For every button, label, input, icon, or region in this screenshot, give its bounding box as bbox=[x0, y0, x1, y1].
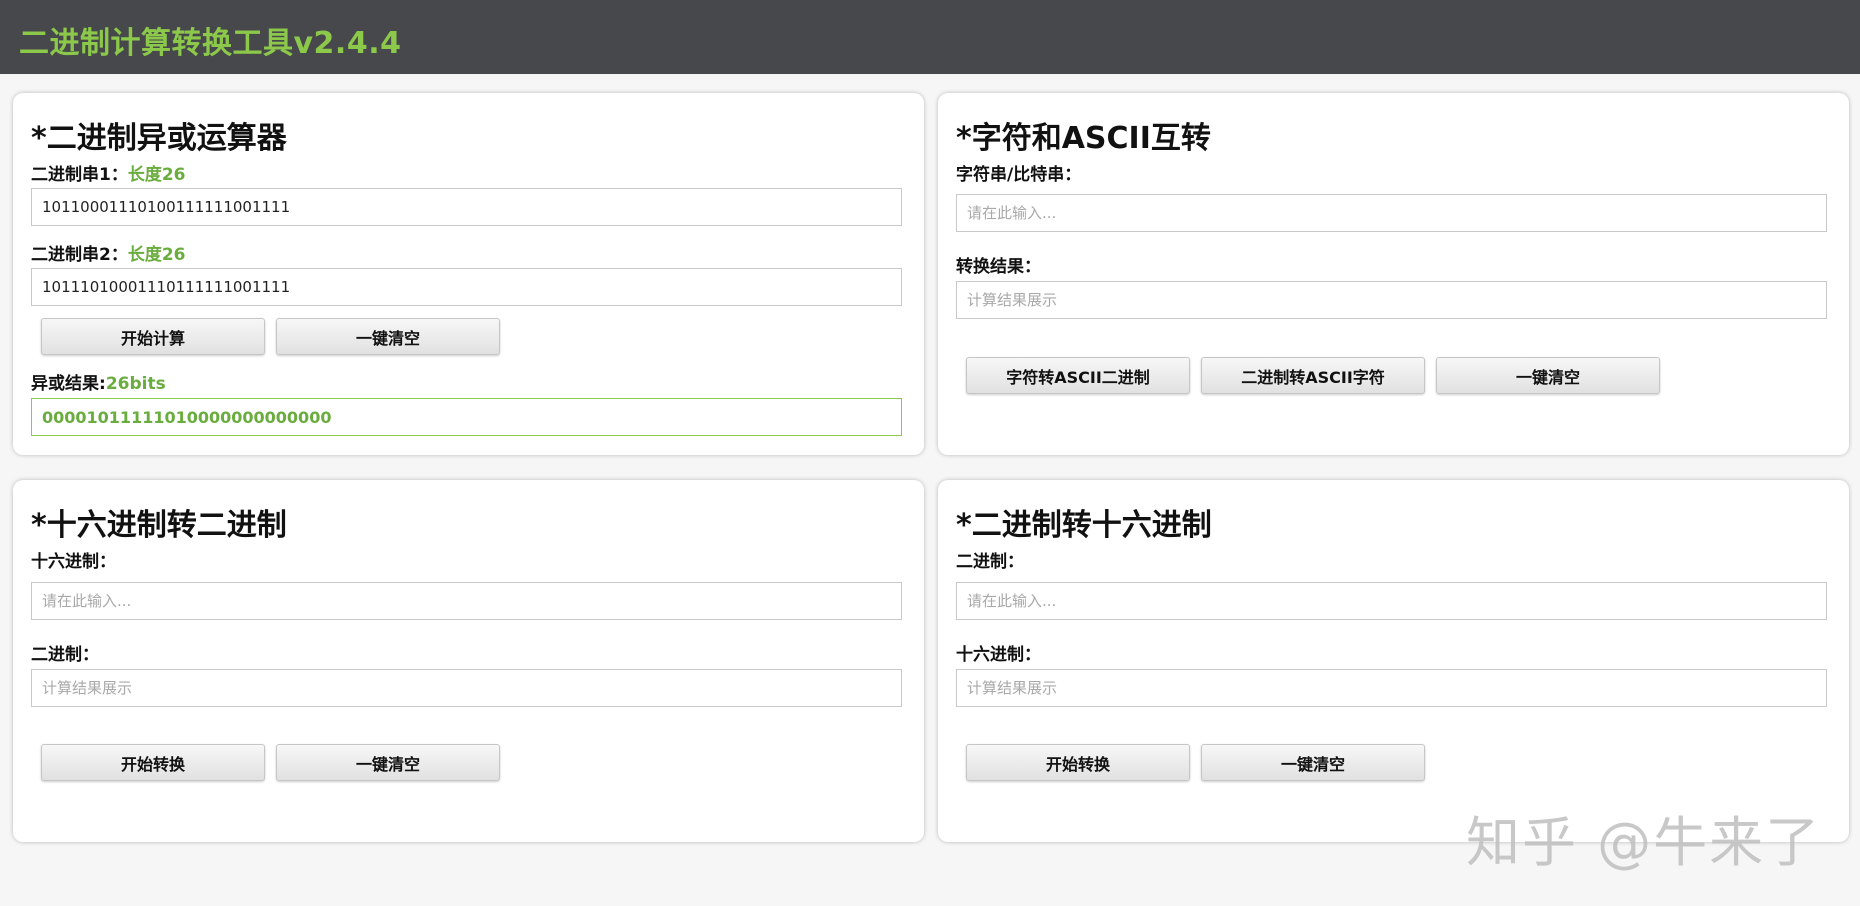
char-to-ascii-binary-button[interactable]: 字符转ASCII二进制 bbox=[966, 357, 1190, 394]
hex-result-label: 十六进制： bbox=[956, 645, 1041, 665]
binary-input[interactable] bbox=[956, 582, 1827, 620]
card-title: *二进制转十六进制 bbox=[956, 508, 1212, 543]
binary-string-1-input[interactable] bbox=[31, 188, 902, 226]
clear-button[interactable]: 一键清空 bbox=[1436, 357, 1660, 394]
convert-result-field[interactable] bbox=[956, 281, 1827, 319]
length-indicator: 长度26 bbox=[127, 245, 186, 265]
convert-result-label: 转换结果： bbox=[956, 257, 1041, 277]
string-input-label: 字符串/比特串： bbox=[956, 165, 1082, 185]
ascii-card: *字符和ASCII互转 字符串/比特串： 转换结果： 字符转ASCII二进制 二… bbox=[938, 93, 1849, 455]
binary-to-ascii-char-button[interactable]: 二进制转ASCII字符 bbox=[1201, 357, 1425, 394]
length-indicator: 长度26 bbox=[127, 165, 186, 185]
binary-string-1-label-text: 二进制串1： bbox=[31, 165, 128, 185]
binary-string-2-label-text: 二进制串2： bbox=[31, 245, 128, 265]
hex-input-label: 十六进制： bbox=[31, 552, 116, 572]
card-title: *十六进制转二进制 bbox=[31, 508, 287, 543]
hex-to-binary-card: *十六进制转二进制 十六进制： 二进制： 开始转换 一键清空 bbox=[13, 480, 924, 842]
xor-card: *二进制异或运算器 二进制串1：长度26 二进制串2：长度26 开始计算 一键清… bbox=[13, 93, 924, 455]
binary-string-2-label: 二进制串2：长度26 bbox=[31, 240, 186, 265]
start-convert-button[interactable]: 开始转换 bbox=[41, 744, 265, 781]
hex-input[interactable] bbox=[31, 582, 902, 620]
string-input[interactable] bbox=[956, 194, 1827, 232]
app-title: 二进制计算转换工具v2.4.4 bbox=[19, 26, 402, 61]
card-title: *二进制异或运算器 bbox=[31, 121, 287, 156]
watermark: 知乎 @牛来了 bbox=[1466, 811, 1822, 874]
card-title: *字符和ASCII互转 bbox=[956, 121, 1211, 156]
header-bar: 二进制计算转换工具v2.4.4 bbox=[0, 0, 1860, 74]
binary-input-label: 二进制： bbox=[956, 552, 1024, 572]
binary-string-1-label: 二进制串1：长度26 bbox=[31, 160, 186, 185]
clear-button[interactable]: 一键清空 bbox=[276, 744, 500, 781]
xor-result-label-text: 异或结果: bbox=[31, 374, 106, 394]
hex-result-field[interactable] bbox=[956, 669, 1827, 707]
binary-string-2-input[interactable] bbox=[31, 268, 902, 306]
xor-result-field[interactable] bbox=[31, 398, 902, 436]
binary-result-label: 二进制： bbox=[31, 645, 99, 665]
start-convert-button[interactable]: 开始转换 bbox=[966, 744, 1190, 781]
result-bits-indicator: 26bits bbox=[105, 374, 166, 394]
xor-result-label: 异或结果:26bits bbox=[31, 369, 166, 394]
binary-to-hex-card: *二进制转十六进制 二进制： 十六进制： 开始转换 一键清空 bbox=[938, 480, 1849, 842]
clear-button[interactable]: 一键清空 bbox=[1201, 744, 1425, 781]
binary-result-field[interactable] bbox=[31, 669, 902, 707]
start-calculate-button[interactable]: 开始计算 bbox=[41, 318, 265, 355]
clear-button[interactable]: 一键清空 bbox=[276, 318, 500, 355]
